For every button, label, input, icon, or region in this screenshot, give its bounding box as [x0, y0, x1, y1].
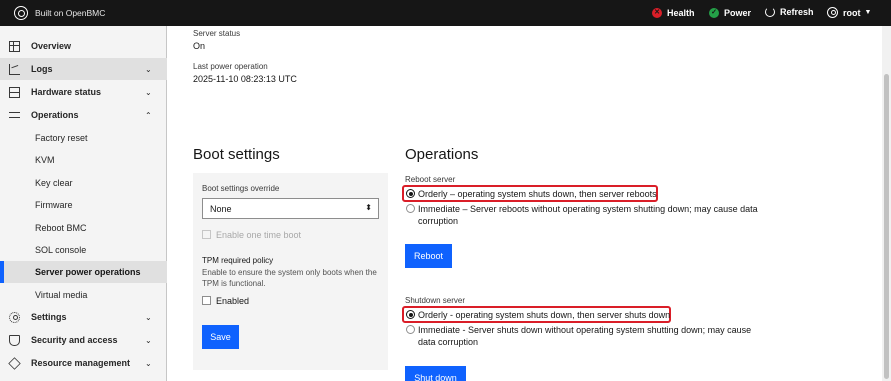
one-time-boot-checkbox[interactable]	[202, 230, 211, 239]
sidebar-subitem-virtual-media[interactable]: Virtual media	[0, 284, 167, 306]
sidebar-subitem-reboot-bmc[interactable]: Reboot BMC	[0, 217, 167, 239]
sidebar-subitem-label: Server power operations	[35, 267, 141, 277]
server-status-value: On	[193, 41, 206, 51]
one-time-boot-label: Enable one time boot	[216, 230, 302, 240]
sliders-icon	[9, 110, 20, 121]
sidebar-subitem-label: Factory reset	[35, 133, 88, 143]
grid-icon	[9, 40, 20, 52]
shutdown-orderly-label: Orderly - operating system shuts down, t…	[418, 310, 671, 320]
boot-override-value: None	[210, 204, 232, 214]
boot-override-label: Boot settings override	[202, 184, 280, 193]
shutdown-button[interactable]: Shut down	[405, 366, 466, 381]
boot-override-select[interactable]: None ⬍	[202, 198, 379, 219]
last-power-operation-label: Last power operation	[193, 62, 268, 71]
sidebar-item-label: Logs	[31, 64, 53, 74]
sidebar-nav: Overview Logs ⌄ Hardware status ⌄ Operat…	[0, 26, 167, 381]
tpm-policy-label: TPM required policy	[202, 256, 274, 265]
sidebar-item-label: Security and access	[31, 335, 118, 345]
sidebar-subitem-label: Reboot BMC	[35, 223, 87, 233]
brand[interactable]: Built on OpenBMC	[14, 6, 105, 20]
health-label: Health	[667, 8, 695, 18]
boot-settings-title: Boot settings	[193, 146, 280, 163]
reboot-orderly-label: Orderly – operating system shuts down, t…	[418, 189, 657, 199]
sidebar-subitem-sol-console[interactable]: SOL console	[0, 239, 167, 261]
shield-icon	[9, 334, 20, 346]
refresh-button[interactable]: Refresh	[765, 7, 814, 17]
brand-text: Built on OpenBMC	[35, 8, 106, 18]
tpm-enabled-label: Enabled	[216, 296, 250, 306]
chevron-down-icon: ⌄	[145, 87, 152, 97]
top-navbar: Built on OpenBMC Health Power Refresh ro…	[0, 0, 891, 26]
user-avatar-icon	[827, 7, 838, 18]
chevron-down-icon: ⌄	[145, 358, 152, 368]
sidebar-subitem-factory-reset[interactable]: Factory reset	[0, 127, 167, 149]
reboot-server-label: Reboot server	[405, 175, 456, 184]
shutdown-immediate-radio[interactable]	[406, 325, 415, 334]
reboot-button[interactable]: Reboot	[405, 244, 452, 268]
power-on-icon	[709, 8, 719, 18]
sidebar-item-overview[interactable]: Overview	[0, 35, 167, 57]
sidebar-subitem-key-clear[interactable]: Key clear	[0, 172, 167, 194]
save-button[interactable]: Save	[202, 325, 239, 349]
health-error-icon	[652, 8, 662, 18]
sidebar-item-label: Operations	[31, 110, 79, 120]
tpm-policy-help: Enable to ensure the system only boots w…	[202, 268, 377, 288]
sidebar-item-settings[interactable]: Settings ⌄	[0, 306, 167, 328]
server-status-label: Server status	[193, 29, 241, 38]
chart-icon	[9, 63, 20, 75]
reboot-orderly-radio[interactable]	[406, 189, 415, 198]
sidebar-subitem-kvm[interactable]: KVM	[0, 149, 167, 171]
sidebar-item-label: Settings	[31, 312, 67, 322]
page-scrollbar[interactable]	[882, 26, 891, 381]
sidebar-subitem-label: KVM	[35, 155, 55, 165]
last-power-operation-value: 2025-11-10 08:23:13 UTC	[193, 74, 297, 84]
chevron-down-icon: ⌄	[145, 64, 152, 74]
sidebar-item-operations[interactable]: Operations ⌃	[0, 104, 167, 126]
sidebar-subitem-label: Key clear	[35, 178, 73, 188]
sidebar-subitem-firmware[interactable]: Firmware	[0, 194, 167, 216]
shutdown-immediate-label: Immediate - Server shuts down without op…	[418, 325, 752, 347]
sidebar-subitem-server-power-operations[interactable]: Server power operations	[0, 261, 167, 283]
openbmc-logo-icon	[14, 6, 28, 20]
select-caret-icon: ⬍	[365, 203, 372, 212]
scrollbar-thumb[interactable]	[884, 74, 889, 379]
sidebar-subitem-label: Virtual media	[35, 290, 88, 300]
sidebar-subitem-label: SOL console	[35, 245, 87, 255]
operations-title: Operations	[405, 146, 479, 163]
gear-icon	[9, 311, 20, 323]
sidebar-item-label: Hardware status	[31, 87, 102, 97]
sidebar-item-resource-management[interactable]: Resource management ⌄	[0, 352, 167, 374]
sidebar-item-logs[interactable]: Logs ⌄	[0, 58, 167, 80]
health-status[interactable]: Health	[652, 8, 695, 18]
shutdown-server-label: Shutdown server	[405, 296, 466, 305]
refresh-icon	[765, 7, 775, 17]
shutdown-orderly-radio[interactable]	[406, 310, 415, 319]
user-name: root	[843, 7, 861, 18]
chevron-down-icon: ▼	[864, 9, 872, 16]
sidebar-item-hardware-status[interactable]: Hardware status ⌄	[0, 81, 167, 103]
server-icon	[9, 86, 20, 98]
sidebar-item-security-and-access[interactable]: Security and access ⌄	[0, 329, 167, 351]
user-menu[interactable]: root ▼	[827, 7, 871, 18]
chevron-down-icon: ⌄	[145, 335, 152, 345]
power-status[interactable]: Power	[709, 8, 751, 18]
sidebar-item-label: Overview	[31, 41, 72, 51]
power-label: Power	[724, 8, 752, 18]
stack-icon	[8, 356, 21, 370]
refresh-label: Refresh	[780, 7, 814, 17]
chevron-up-icon: ⌃	[145, 110, 152, 120]
reboot-immediate-radio[interactable]	[406, 204, 415, 213]
tpm-enabled-checkbox[interactable]	[202, 296, 211, 305]
sidebar-item-label: Resource management	[31, 358, 131, 368]
chevron-down-icon: ⌄	[145, 312, 152, 322]
sidebar-subitem-label: Firmware	[35, 200, 73, 210]
reboot-immediate-label: Immediate – Server reboots without opera…	[418, 204, 758, 226]
